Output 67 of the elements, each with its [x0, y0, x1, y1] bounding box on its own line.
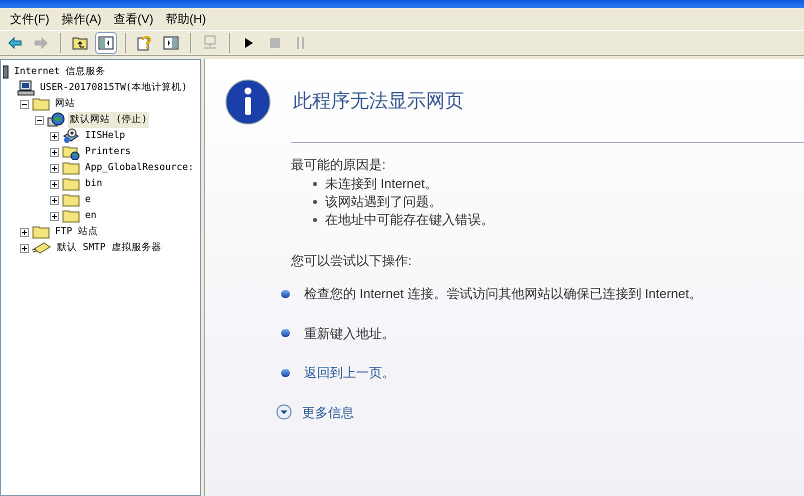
- bullet-icon: [281, 290, 290, 298]
- tree-item[interactable]: e: [83, 192, 93, 208]
- tree-item[interactable]: Internet 信息服务: [12, 64, 108, 80]
- info-icon: [225, 79, 271, 125]
- stop-icon: [270, 38, 280, 48]
- toolbar-button[interactable]: [95, 32, 117, 54]
- expand-toggle[interactable]: [50, 132, 59, 140]
- menu-item[interactable]: 帮助(H): [159, 10, 212, 28]
- bullet-icon: [313, 200, 317, 204]
- folder-icon: [62, 177, 80, 191]
- collapse-toggle[interactable]: [35, 116, 44, 124]
- folder-globe-icon: [62, 144, 80, 160]
- panel-icon: [163, 36, 179, 50]
- collapse-toggle[interactable]: [20, 100, 29, 108]
- tree-item[interactable]: 网站: [53, 96, 77, 112]
- tree-item[interactable]: en: [83, 208, 98, 224]
- expand-toggle[interactable]: [20, 244, 29, 252]
- menu-item[interactable]: 操作(A): [55, 10, 108, 28]
- tree-item[interactable]: bin: [83, 176, 104, 192]
- cause-text: 在地址中可能存在键入错误。: [325, 210, 494, 228]
- folder-icon: [32, 97, 50, 111]
- help-document-icon: [137, 35, 153, 51]
- folder-icon: [62, 209, 80, 223]
- more-info-toggle[interactable]: 更多信息: [276, 402, 804, 422]
- back-arrow-icon: [8, 37, 22, 49]
- tree-item[interactable]: 默认 SMTP 虚拟服务器: [55, 240, 164, 256]
- expand-toggle[interactable]: [50, 212, 59, 220]
- tree-item[interactable]: USER-20170815TW(本地计算机): [38, 80, 190, 96]
- tree-item[interactable]: Printers: [83, 144, 133, 160]
- cause-text: 未连接到 Internet。: [325, 174, 438, 192]
- tree-item[interactable]: IISHelp: [83, 128, 128, 144]
- play-icon: [244, 37, 254, 49]
- expand-toggle[interactable]: [50, 196, 59, 204]
- back-link[interactable]: 返回到上一页。: [304, 363, 395, 382]
- tree-pane-icon: [98, 36, 114, 50]
- bullet-icon: [313, 218, 317, 222]
- folder-up-icon: [72, 36, 88, 50]
- actions-heading: 您可以尝试以下操作:: [291, 252, 413, 270]
- chevron-circle-icon: [276, 404, 292, 420]
- server-icon: [3, 65, 9, 79]
- gear-package-icon: [62, 128, 80, 144]
- folder-icon: [32, 225, 50, 239]
- page-title: 此程序无法显示网页: [293, 90, 464, 114]
- menu-item[interactable]: 查看(V): [107, 10, 160, 28]
- expand-toggle[interactable]: [50, 180, 59, 188]
- expand-toggle[interactable]: [50, 148, 59, 156]
- tree-item[interactable]: 默认网站 (停止): [68, 112, 150, 128]
- forward-arrow-icon: [34, 37, 48, 49]
- tree-item[interactable]: FTP 站点: [53, 224, 100, 240]
- folder-icon: [62, 193, 80, 207]
- computer-icon: [17, 80, 35, 96]
- menu-item[interactable]: 文件(F): [4, 10, 56, 28]
- cause-text: 该网站遇到了问题。: [325, 192, 442, 210]
- action-text: 检查您的 Internet 连接。尝试访问其他网站以确保已连接到 Internet。: [304, 285, 702, 303]
- action-text: 重新键入地址。: [304, 324, 395, 342]
- expand-toggle[interactable]: [20, 228, 29, 236]
- pause-icon: [297, 37, 305, 49]
- envelope-icon: [32, 241, 52, 255]
- causes-heading: 最可能的原因是:: [291, 156, 387, 174]
- tree-item[interactable]: App_GlobalResource:: [83, 160, 196, 176]
- expand-toggle[interactable]: [50, 164, 59, 172]
- bullet-icon: [281, 329, 290, 338]
- folder-icon: [62, 161, 80, 175]
- computer-icon: [202, 35, 218, 51]
- globe-computer-icon: [47, 112, 65, 128]
- bullet-icon: [281, 368, 290, 377]
- bullet-icon: [313, 182, 317, 186]
